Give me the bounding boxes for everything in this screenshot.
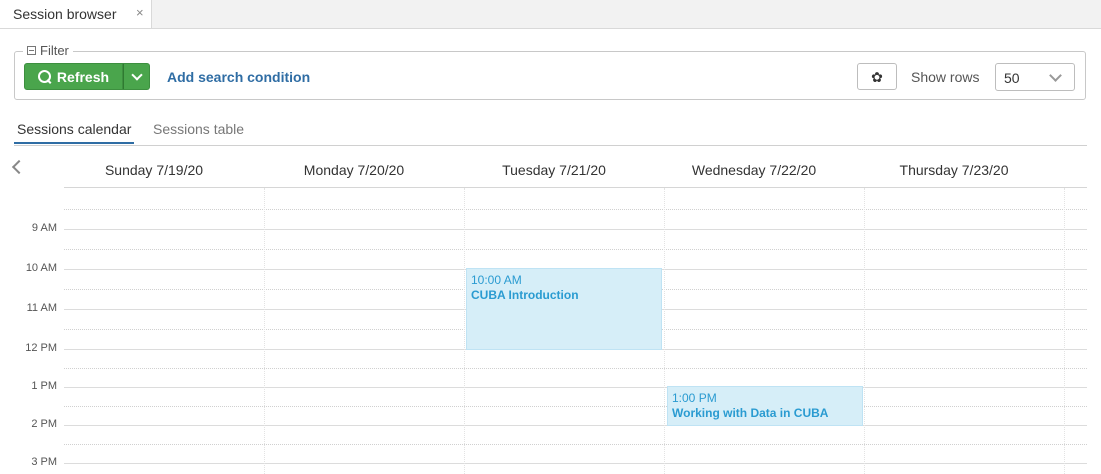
event-time: 1:00 PM bbox=[672, 391, 717, 405]
half-hour-gridline bbox=[64, 249, 1087, 250]
settings-button[interactable]: ✿ bbox=[857, 63, 897, 90]
tab-session-browser[interactable]: Session browser × bbox=[0, 0, 152, 28]
hour-gridline bbox=[64, 463, 1087, 464]
filter-legend[interactable]: Filter bbox=[23, 43, 73, 58]
hour-label: 3 PM bbox=[31, 456, 57, 468]
day-header[interactable]: Sunday 7/19/20 bbox=[64, 162, 244, 178]
search-icon bbox=[37, 70, 51, 83]
refresh-button[interactable]: Refresh bbox=[24, 63, 123, 90]
calendar-header-divider bbox=[64, 187, 1087, 188]
tab-sessions-calendar[interactable]: Sessions calendar bbox=[13, 121, 135, 144]
add-search-condition-link[interactable]: Add search condition bbox=[167, 69, 310, 85]
day-column-divider bbox=[264, 188, 265, 474]
view-tabs: Sessions calendar Sessions table bbox=[13, 118, 1087, 146]
half-hour-gridline bbox=[64, 444, 1087, 445]
day-column-divider bbox=[464, 188, 465, 474]
event-title: CUBA Introduction bbox=[471, 288, 579, 302]
rows-value: 50 bbox=[1004, 70, 1020, 86]
day-column-divider bbox=[664, 188, 665, 474]
event-title: Working with Data in CUBA bbox=[672, 406, 829, 420]
refresh-label: Refresh bbox=[56, 68, 110, 85]
tab-sessions-table[interactable]: Sessions table bbox=[153, 121, 244, 137]
collapse-icon[interactable] bbox=[27, 46, 36, 55]
chevron-left-icon[interactable] bbox=[11, 159, 27, 175]
show-rows-label: Show rows bbox=[911, 69, 980, 85]
half-hour-gridline bbox=[64, 406, 1087, 407]
tab-strip: Session browser × bbox=[0, 0, 1101, 29]
half-hour-gridline bbox=[64, 368, 1087, 369]
calendar-event[interactable]: 10:00 AM CUBA Introduction bbox=[466, 268, 662, 350]
day-header[interactable]: Wednesday 7/22/20 bbox=[664, 162, 844, 178]
hour-label: 1 PM bbox=[31, 380, 57, 392]
hour-label: 2 PM bbox=[31, 418, 57, 430]
gear-icon: ✿ bbox=[871, 68, 883, 85]
hour-label: 9 AM bbox=[31, 222, 57, 234]
refresh-dropdown-button[interactable] bbox=[123, 63, 150, 90]
hour-gridline bbox=[64, 425, 1087, 426]
close-icon[interactable]: × bbox=[136, 5, 144, 20]
day-column-divider bbox=[1064, 188, 1065, 474]
chevron-down-icon bbox=[130, 69, 143, 81]
chevron-down-icon bbox=[1049, 69, 1062, 82]
day-column-divider bbox=[864, 188, 865, 474]
hour-gridline bbox=[64, 387, 1087, 388]
day-header[interactable]: Monday 7/20/20 bbox=[264, 162, 444, 178]
calendar-event[interactable]: 1:00 PM Working with Data in CUBA bbox=[667, 386, 863, 426]
hour-label: 12 PM bbox=[25, 342, 57, 354]
day-header[interactable]: Thursday 7/23/20 bbox=[864, 162, 1044, 178]
filter-label: Filter bbox=[40, 43, 69, 58]
day-header[interactable]: Tuesday 7/21/20 bbox=[464, 162, 644, 178]
half-hour-gridline bbox=[64, 209, 1087, 210]
tab-title: Session browser bbox=[13, 6, 117, 22]
hour-gridline bbox=[64, 229, 1087, 230]
rows-select[interactable]: 50 bbox=[995, 63, 1075, 91]
hour-label: 10 AM bbox=[25, 262, 57, 274]
event-time: 10:00 AM bbox=[471, 273, 522, 287]
hour-label: 11 AM bbox=[26, 302, 57, 314]
filter-panel: Filter Refresh Add search condition ✿ Sh… bbox=[14, 43, 1086, 100]
